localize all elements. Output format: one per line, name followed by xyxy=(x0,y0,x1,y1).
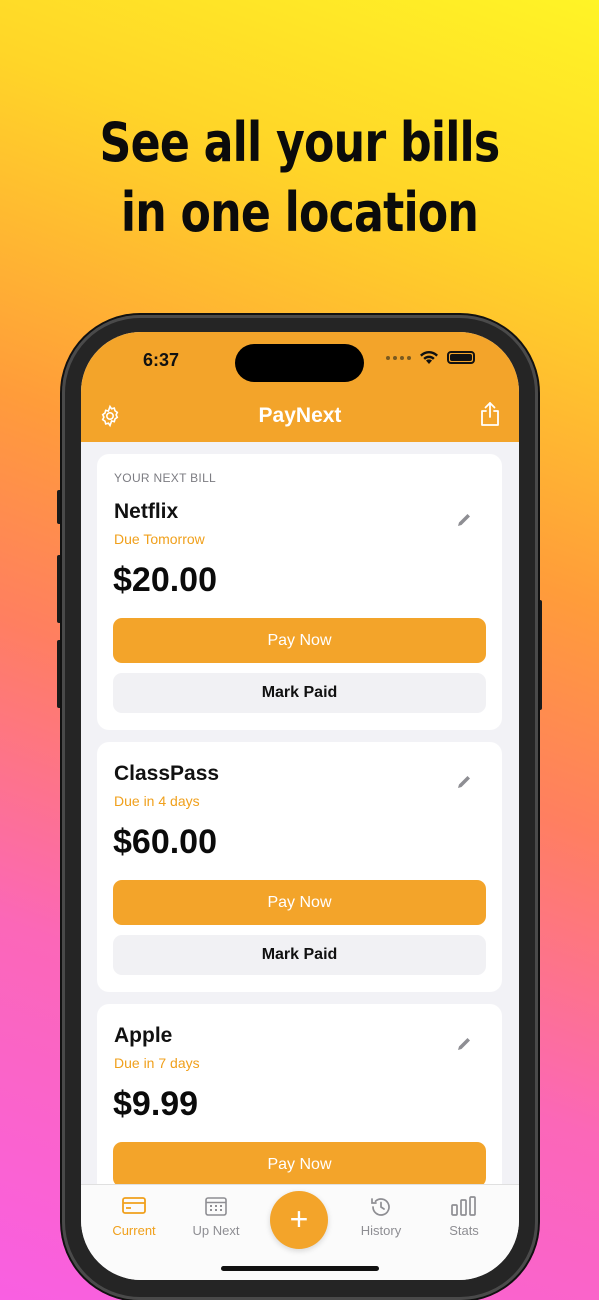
pay-now-button[interactable]: Pay Now xyxy=(113,880,486,925)
pay-now-button[interactable]: Pay Now xyxy=(113,1142,486,1184)
tab-label: Stats xyxy=(449,1223,479,1238)
bill-name: Netflix xyxy=(114,500,179,523)
nav-title: PayNext xyxy=(258,404,342,427)
app-screen: 6:37 PayNext YOUR NEXT BILL Netflix Due … xyxy=(81,332,519,1280)
bill-due: Due in 4 days xyxy=(114,793,200,809)
next-bill-label: YOUR NEXT BILL xyxy=(114,471,217,485)
calendar-icon xyxy=(205,1197,227,1216)
bill-due: Due Tomorrow xyxy=(114,531,205,547)
pencil-icon[interactable] xyxy=(456,1036,472,1052)
stats-icon xyxy=(451,1196,476,1216)
tab-current[interactable]: Current xyxy=(94,1185,174,1238)
bill-card-netflix: YOUR NEXT BILL Netflix Due Tomorrow $20.… xyxy=(97,454,502,730)
wifi-icon xyxy=(420,350,438,364)
nav-bar: PayNext xyxy=(81,388,519,442)
status-bar: 6:37 xyxy=(81,332,519,388)
bill-card-apple: Apple Due in 7 days $9.99 Pay Now xyxy=(97,1004,502,1184)
history-icon xyxy=(371,1198,390,1216)
status-time: 6:37 xyxy=(143,350,180,370)
add-bill-button[interactable]: + xyxy=(270,1191,328,1249)
card-icon xyxy=(122,1197,146,1214)
status-icons xyxy=(386,350,475,365)
bill-due: Due in 7 days xyxy=(114,1055,200,1071)
promo-line-2: in one location xyxy=(120,181,479,244)
tab-label: Current xyxy=(112,1223,156,1238)
promo-headline: See all your bills in one location xyxy=(54,108,545,248)
bill-name: Apple xyxy=(114,1024,173,1047)
promo-line-1: See all your bills xyxy=(99,111,501,174)
pay-now-button[interactable]: Pay Now xyxy=(113,618,486,663)
home-indicator[interactable] xyxy=(221,1266,379,1271)
tab-up-next[interactable]: Up Next xyxy=(176,1185,256,1238)
mark-paid-button[interactable]: Mark Paid xyxy=(113,935,486,975)
bill-amount: $9.99 xyxy=(113,1085,199,1123)
pencil-icon[interactable] xyxy=(456,774,472,790)
tab-stats[interactable]: Stats xyxy=(424,1185,504,1238)
tab-label: Up Next xyxy=(192,1223,240,1238)
bill-name: ClassPass xyxy=(114,762,220,785)
mark-paid-button[interactable]: Mark Paid xyxy=(113,673,486,713)
dynamic-island xyxy=(235,344,364,382)
pencil-icon[interactable] xyxy=(456,512,472,528)
bill-amount: $60.00 xyxy=(113,823,217,861)
bills-list[interactable]: YOUR NEXT BILL Netflix Due Tomorrow $20.… xyxy=(81,442,519,1184)
tab-history[interactable]: History xyxy=(341,1185,421,1238)
battery-icon xyxy=(447,351,475,364)
tab-label: History xyxy=(360,1223,402,1238)
share-icon[interactable] xyxy=(479,401,501,427)
bill-card-classpass: ClassPass Due in 4 days $60.00 Pay Now M… xyxy=(97,742,502,992)
bill-amount: $20.00 xyxy=(113,561,217,599)
signal-icon xyxy=(386,355,411,360)
